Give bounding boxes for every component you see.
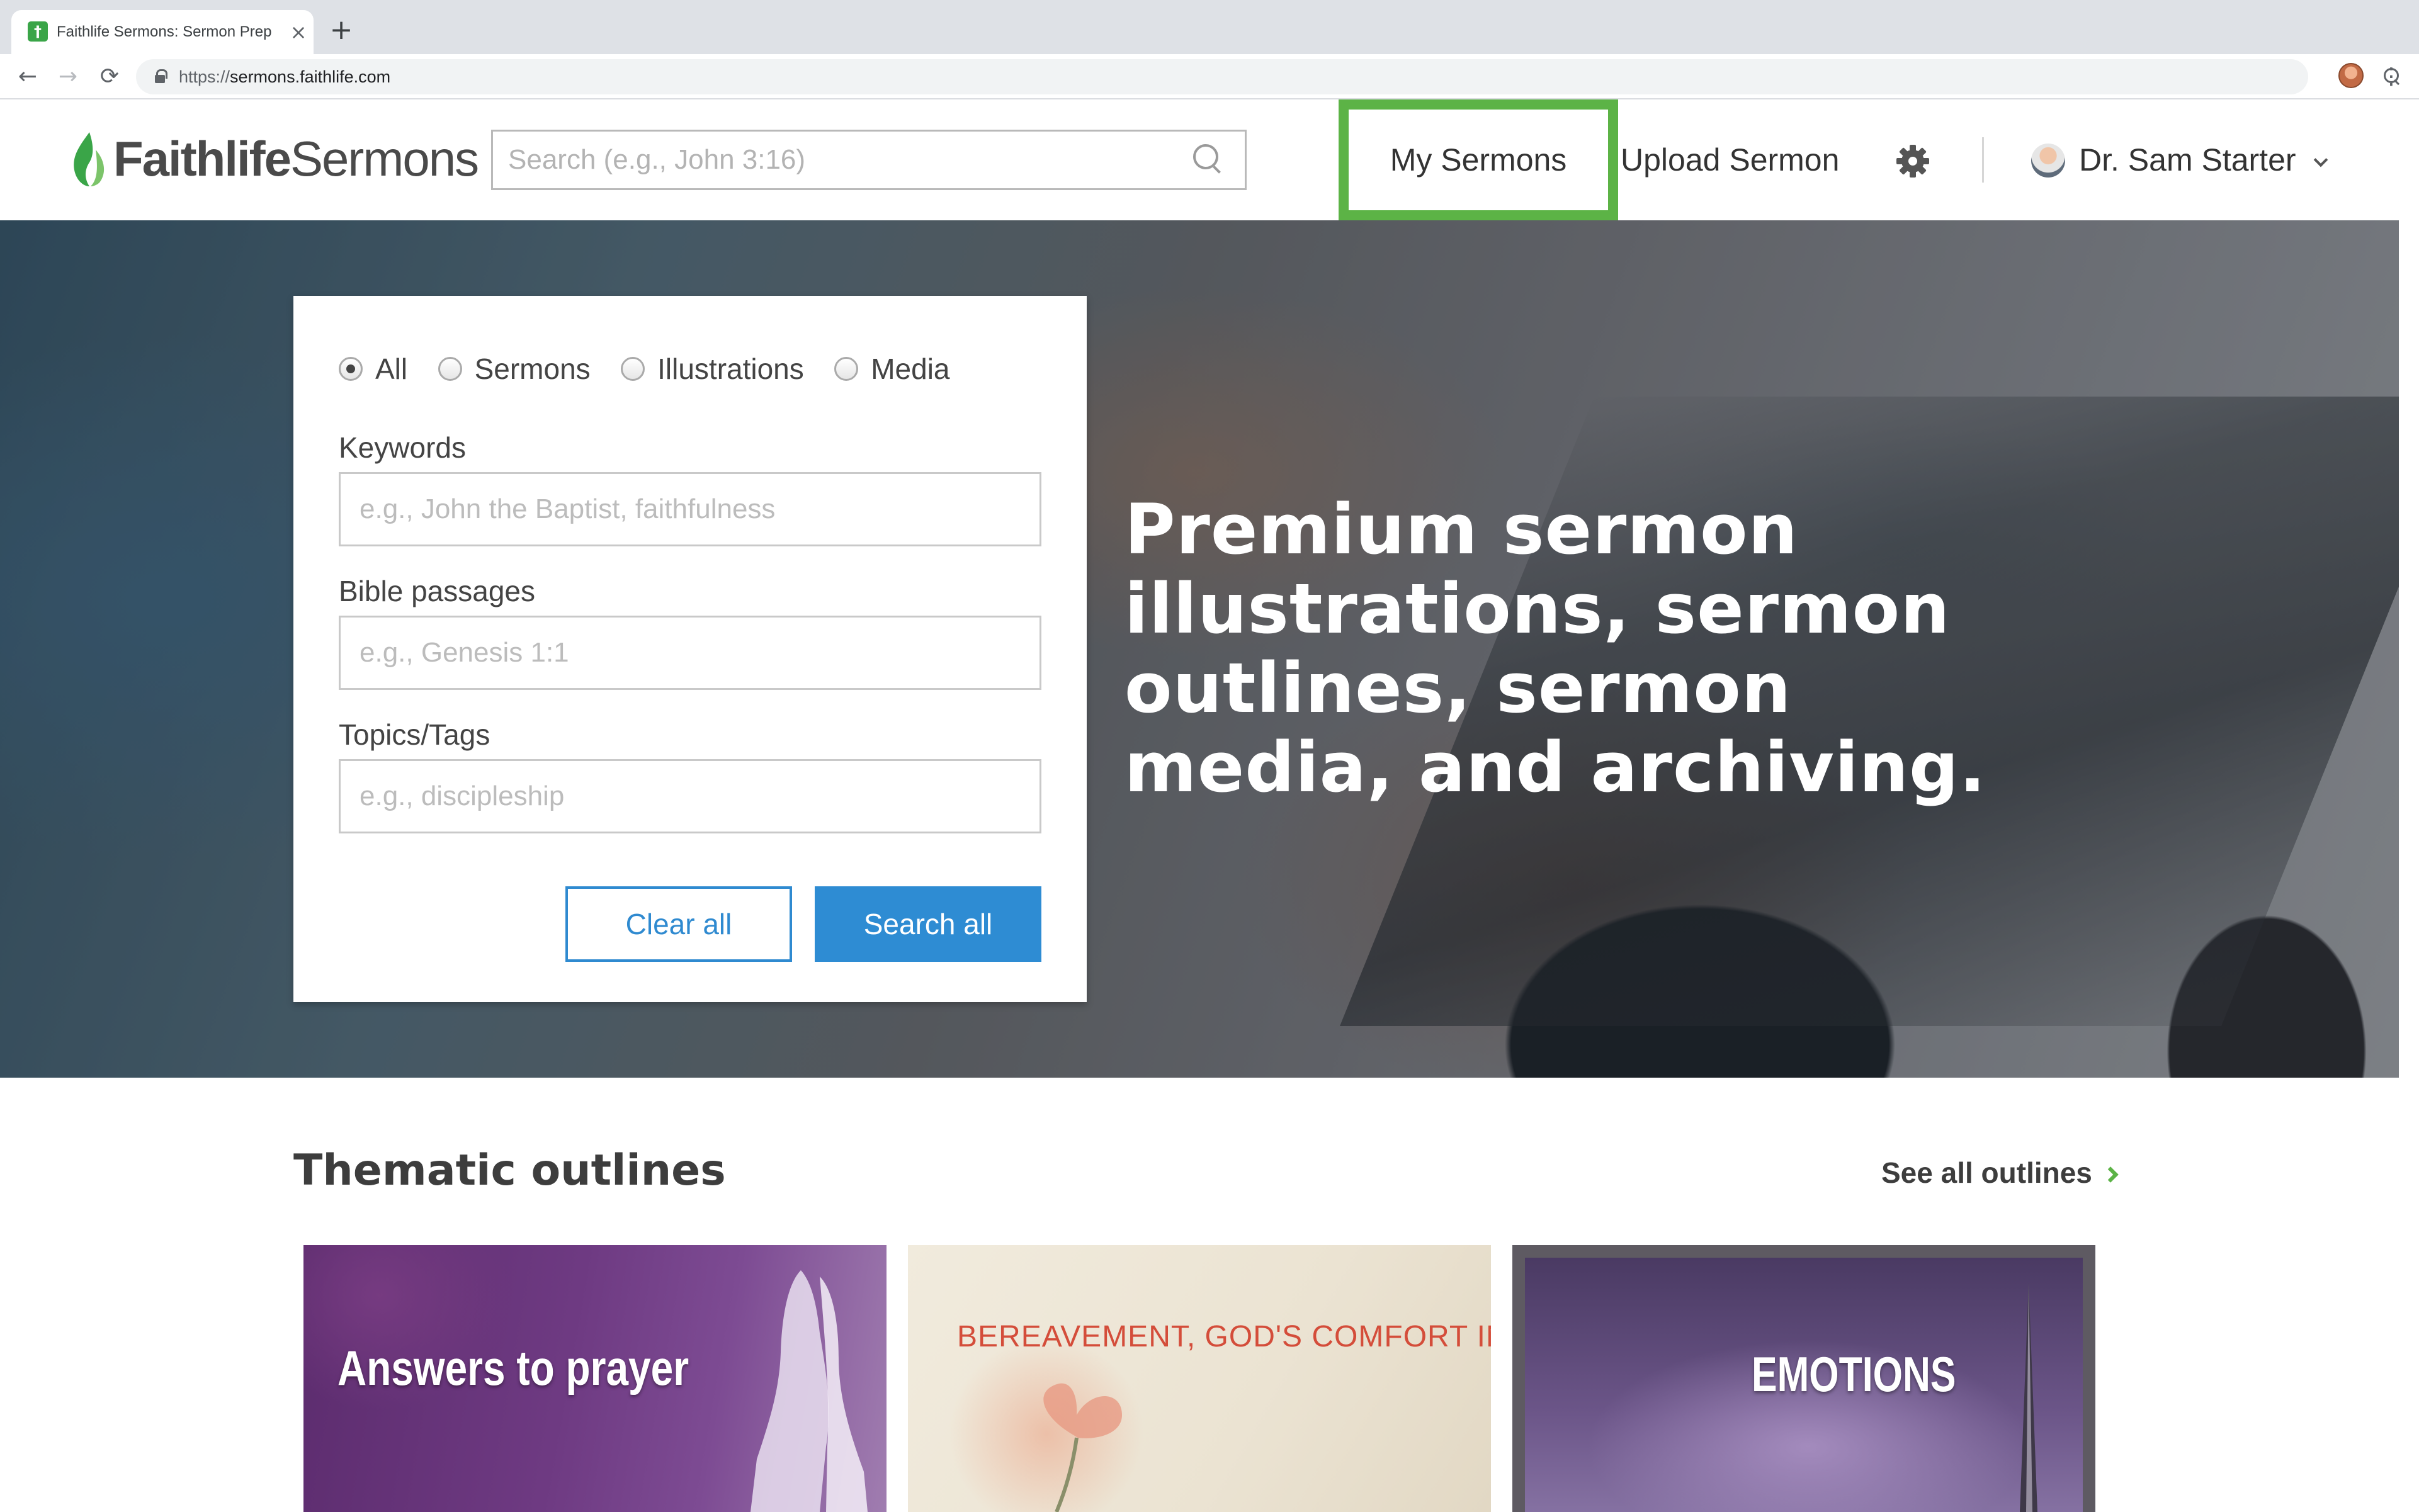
- reload-button[interactable]: ⟳: [92, 59, 127, 94]
- spire-icon: [2020, 1283, 2037, 1512]
- gear-icon[interactable]: [1895, 144, 1930, 179]
- bible-passages-input[interactable]: [341, 618, 1040, 688]
- browser-toolbar: ← → ⟳ https://sermons.faithlife.com ☆ ⋮: [0, 54, 2419, 99]
- new-tab-button[interactable]: +: [327, 13, 355, 48]
- keywords-label: Keywords: [339, 431, 466, 464]
- clear-all-button[interactable]: Clear all: [565, 886, 792, 962]
- header-search-box: [491, 130, 1247, 190]
- back-button[interactable]: ←: [10, 59, 45, 94]
- topics-input[interactable]: [341, 761, 1040, 832]
- header-search-input[interactable]: [493, 132, 1198, 188]
- outline-card-answers-to-prayer[interactable]: Answers to prayer: [303, 1245, 887, 1512]
- radio-option-media[interactable]: Media: [834, 350, 950, 388]
- radio-illustrations[interactable]: [621, 357, 645, 381]
- hero-headline: Premium sermon illustrations, sermon out…: [1125, 489, 1986, 808]
- topics-field: [339, 759, 1041, 833]
- browser-tab[interactable]: † Faithlife Sermons: Sermon Prep ×: [11, 10, 314, 54]
- faithlife-favicon-icon: †: [28, 21, 48, 42]
- faithlife-sermons-logo[interactable]: FaithlifeSermons: [68, 127, 479, 190]
- search-icon[interactable]: [1193, 144, 1225, 176]
- radio-option-illustrations[interactable]: Illustrations: [621, 350, 804, 388]
- forward-button[interactable]: →: [50, 59, 86, 94]
- user-avatar[interactable]: [2031, 144, 2065, 178]
- radio-media[interactable]: [834, 357, 859, 381]
- outline-card-title: Answers to prayer: [337, 1340, 689, 1396]
- see-all-outlines-link[interactable]: See all outlines: [1881, 1156, 2119, 1196]
- browser-menu-icon[interactable]: ⋮: [2380, 59, 2403, 94]
- flower-icon: [1043, 1383, 1122, 1512]
- chevron-down-icon[interactable]: [2313, 152, 2328, 167]
- keywords-field: [339, 472, 1041, 546]
- radio-option-sermons[interactable]: Sermons: [438, 350, 591, 388]
- logo-wordmark: FaithlifeSermons: [113, 131, 479, 186]
- topics-label: Topics/Tags: [339, 718, 490, 751]
- outline-card-title: EMOTIONS: [1752, 1346, 1956, 1402]
- nav-divider: [1982, 137, 1984, 183]
- keywords-input[interactable]: [341, 474, 1040, 544]
- user-menu[interactable]: Dr. Sam Starter: [2079, 99, 2296, 220]
- site-header: FaithlifeSermons My Sermons Upload Sermo…: [0, 99, 2419, 220]
- radio-all[interactable]: [339, 357, 363, 381]
- upload-sermon-link[interactable]: Upload Sermon: [1621, 99, 1847, 220]
- radio-sermons[interactable]: [438, 357, 462, 381]
- outline-card-emotions[interactable]: EMOTIONS: [1512, 1245, 2095, 1512]
- passages-label: Bible passages: [339, 575, 535, 607]
- tab-title: Faithlife Sermons: Sermon Prep: [57, 23, 272, 40]
- search-type-options: All Sermons Illustrations Media: [339, 350, 978, 388]
- outline-card-bereavement[interactable]: BEREAVEMENT, GOD'S COMFORT IN: [908, 1245, 1491, 1512]
- radio-option-all[interactable]: All: [339, 350, 407, 388]
- passages-field: [339, 616, 1041, 690]
- chevron-right-icon: [2102, 1166, 2119, 1183]
- lock-icon: [155, 69, 167, 83]
- browser-tabstrip: † Faithlife Sermons: Sermon Prep × +: [0, 0, 2419, 54]
- praying-hands-icon: [751, 1270, 868, 1512]
- address-bar[interactable]: https://sermons.faithlife.com ☆: [136, 59, 2399, 94]
- tab-close-icon[interactable]: ×: [287, 21, 310, 43]
- section-title: Thematic outlines: [293, 1146, 726, 1195]
- search-all-button[interactable]: Search all: [815, 886, 1041, 962]
- advanced-search-card: All Sermons Illustrations Media Keywords…: [293, 296, 1087, 1002]
- browser-profile-avatar[interactable]: [2338, 63, 2364, 88]
- flame-logo-icon: [74, 132, 105, 186]
- hero-banner: All Sermons Illustrations Media Keywords…: [0, 220, 2399, 1078]
- outline-card-title: BEREAVEMENT, GOD'S COMFORT IN: [957, 1320, 1491, 1353]
- url-text: https://sermons.faithlife.com: [179, 67, 391, 86]
- my-sermons-link[interactable]: My Sermons: [1339, 99, 1618, 220]
